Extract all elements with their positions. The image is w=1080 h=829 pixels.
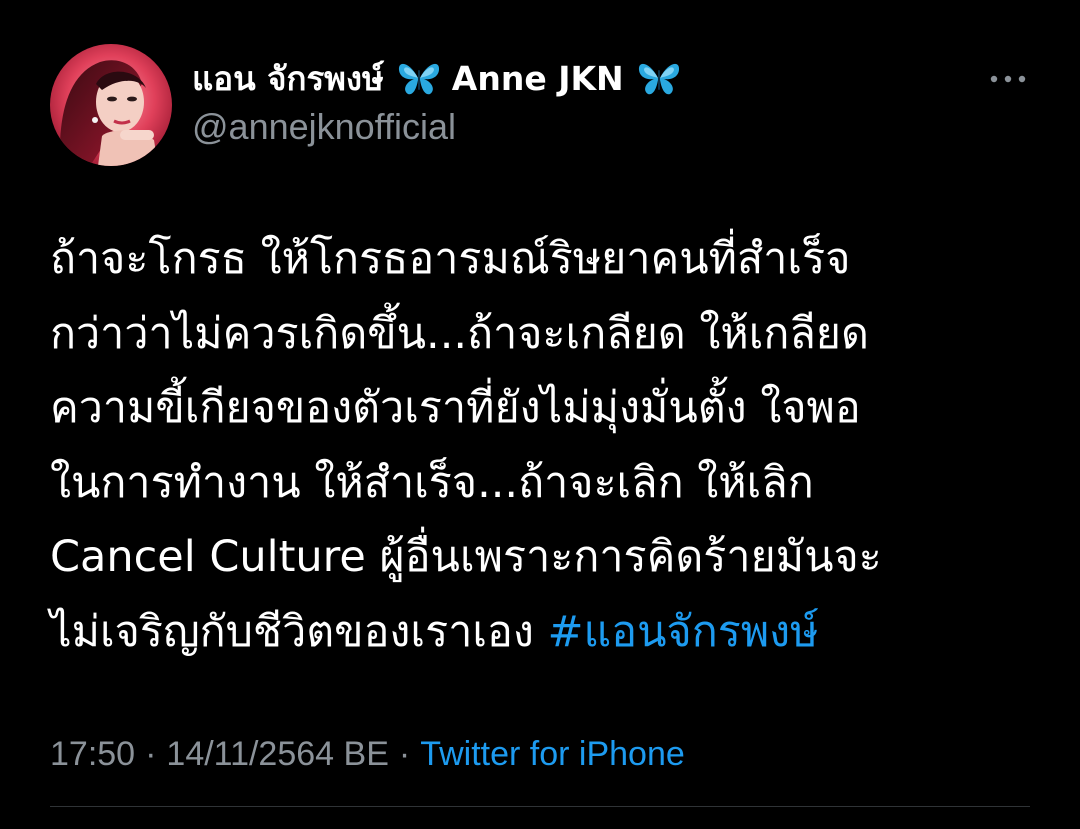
tweet-line: ถ้าจะโกรธ ให้โกรธอารมณ์ริษยาคนที่สำเร็จ	[50, 234, 851, 284]
avatar[interactable]	[50, 44, 172, 166]
tweet-source-link[interactable]: Twitter for iPhone	[420, 735, 685, 774]
tweet-line: Cancel Culture ผู้อื่นเพราะการคิดร้ายมัน…	[50, 532, 882, 582]
tweet-line-last: ไม่เจริญกับชีวิตของเราเอง #แอนจักรพงษ์	[50, 595, 1040, 670]
tweet-text: ถ้าจะโกรธ ให้โกรธอารมณ์ริษยาคนที่สำเร็จ …	[50, 222, 1040, 669]
display-name-english[interactable]: Anne JKN	[452, 59, 624, 98]
display-name-thai[interactable]: แอน จักรพงษ์	[192, 52, 384, 105]
tweet-card: แอน จักรพงษ์ Anne JKN @annejknofficial ถ…	[0, 0, 1080, 829]
tweet-meta: 17:50 · 14/11/2564 BE · Twitter for iPho…	[50, 730, 685, 778]
butterfly-icon	[396, 58, 442, 98]
tweet-line: ในการทำงาน ให้สำเร็จ...ถ้าจะเลิก ให้เลิก	[50, 457, 814, 508]
meta-separator: ·	[145, 734, 157, 773]
tweet-time[interactable]: 17:50	[50, 735, 135, 774]
meta-separator: ·	[398, 734, 411, 773]
tweet-date[interactable]: 14/11/2564 BE	[166, 735, 388, 774]
tweet-line: กว่าว่าไม่ควรเกิดขึ้น...ถ้าจะเกลียด ให้เ…	[50, 308, 869, 359]
user-handle[interactable]: @annejknofficial	[192, 106, 456, 148]
display-name-row[interactable]: แอน จักรพงษ์ Anne JKN	[192, 52, 692, 104]
butterfly-icon	[636, 58, 682, 98]
tweet-line-text: ไม่เจริญกับชีวิตของเราเอง	[50, 606, 548, 657]
tweet-line: ความขี้เกียจของตัวเราที่ยังไม่มุ่งมั่นตั…	[50, 383, 861, 433]
more-options-icon[interactable]	[986, 64, 1030, 94]
hashtag-link[interactable]: #แอนจักรพงษ์	[548, 607, 819, 657]
avatar-image	[50, 44, 172, 166]
divider	[50, 806, 1030, 807]
